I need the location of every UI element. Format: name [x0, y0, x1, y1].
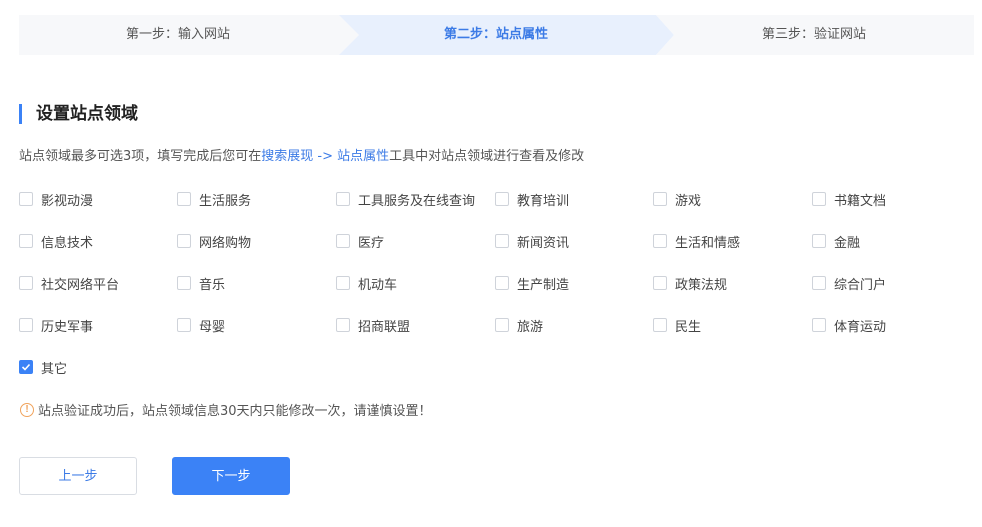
domain-description: 站点领域最多可选3项，填写完成后您可在搜索展现 -> 站点属性工具中对站点领域进…	[19, 148, 584, 166]
category-label: 金融	[834, 235, 861, 251]
category-label: 体育运动	[834, 319, 887, 335]
checkbox-icon[interactable]	[19, 276, 33, 290]
category-label: 网络购物	[199, 235, 252, 251]
category-label: 生产制造	[517, 277, 570, 293]
warning-icon: !	[20, 402, 34, 417]
checkbox-icon[interactable]	[495, 276, 509, 290]
checkbox-icon[interactable]	[495, 318, 509, 332]
category-checkbox[interactable]: 金融	[812, 231, 860, 251]
category-checkbox[interactable]: 体育运动	[812, 315, 886, 335]
category-label: 信息技术	[41, 235, 94, 251]
category-checkbox[interactable]: 影视动漫	[19, 189, 93, 209]
checkbox-icon[interactable]	[336, 276, 350, 290]
category-checkbox[interactable]: 医疗	[336, 231, 384, 251]
checkbox-icon[interactable]	[177, 276, 191, 290]
previous-step-button[interactable]: 上一步	[19, 457, 137, 495]
category-checkbox[interactable]: 音乐	[177, 273, 225, 293]
category-label: 医疗	[358, 235, 385, 251]
checkbox-icon[interactable]	[177, 234, 191, 248]
category-checkbox[interactable]: 招商联盟	[336, 315, 410, 335]
category-checkbox[interactable]: 生活和情感	[653, 231, 740, 251]
checkbox-icon[interactable]	[495, 234, 509, 248]
category-checkbox[interactable]: 历史军事	[19, 315, 93, 335]
category-checkbox[interactable]: 书籍文档	[812, 189, 886, 209]
category-label: 政策法规	[675, 277, 728, 293]
section-title: 设置站点领域	[19, 104, 138, 124]
category-checkbox[interactable]: 机动车	[336, 273, 397, 293]
warning-text: 站点验证成功后，站点领域信息30天内只能修改一次，请谨慎设置！	[38, 404, 432, 419]
checkbox-icon[interactable]	[653, 192, 667, 206]
category-checkbox[interactable]: 游戏	[653, 189, 701, 209]
step-progress: 第一步：输入网站 第二步：站点属性 第三步：验证网站	[19, 15, 974, 55]
next-step-button[interactable]: 下一步	[172, 457, 290, 495]
category-label: 游戏	[675, 193, 702, 209]
category-label: 其它	[41, 361, 68, 377]
checkbox-checked-icon[interactable]	[19, 360, 33, 374]
step-3-label: 第三步：验证网站	[761, 27, 866, 42]
category-checkbox[interactable]: 生产制造	[495, 273, 569, 293]
category-label: 生活和情感	[675, 235, 741, 251]
category-label: 旅游	[517, 319, 544, 335]
category-label: 工具服务及在线查询	[358, 193, 476, 209]
category-checkbox[interactable]: 生活服务	[177, 189, 251, 209]
category-label: 综合门户	[834, 277, 887, 293]
checkbox-icon[interactable]	[177, 192, 191, 206]
category-label: 机动车	[358, 277, 398, 293]
checkbox-icon[interactable]	[19, 192, 33, 206]
checkbox-icon[interactable]	[336, 318, 350, 332]
category-checkbox[interactable]: 民生	[653, 315, 701, 335]
category-label: 影视动漫	[41, 193, 94, 209]
category-label: 历史军事	[41, 319, 94, 335]
checkbox-icon[interactable]	[653, 276, 667, 290]
step-1-label: 第一步：输入网站	[125, 27, 230, 42]
checkbox-icon[interactable]	[495, 192, 509, 206]
category-label: 母婴	[199, 319, 226, 335]
category-checkbox[interactable]: 新闻资讯	[495, 231, 569, 251]
step-2-label: 第二步：站点属性	[443, 27, 548, 42]
checkbox-icon[interactable]	[653, 234, 667, 248]
category-checkbox[interactable]: 政策法规	[653, 273, 727, 293]
checkbox-icon[interactable]	[336, 192, 350, 206]
checkbox-icon[interactable]	[177, 318, 191, 332]
description-prefix: 站点领域最多可选3项，填写完成后您可在	[19, 149, 262, 164]
category-checkbox[interactable]: 网络购物	[177, 231, 251, 251]
category-checkbox[interactable]: 教育培训	[495, 189, 569, 209]
checkbox-icon[interactable]	[19, 318, 33, 332]
checkbox-icon[interactable]	[812, 318, 826, 332]
category-checkbox[interactable]: 其它	[19, 357, 67, 377]
category-label: 音乐	[199, 277, 226, 293]
site-attribute-link[interactable]: 搜索展现 -> 站点属性	[261, 149, 389, 164]
category-label: 生活服务	[199, 193, 252, 209]
category-label: 书籍文档	[834, 193, 887, 209]
checkbox-icon[interactable]	[812, 276, 826, 290]
description-suffix: 工具中对站点领域进行查看及修改	[389, 149, 585, 164]
category-checkbox[interactable]: 旅游	[495, 315, 543, 335]
category-label: 招商联盟	[358, 319, 411, 335]
warning-notice: ! 站点验证成功后，站点领域信息30天内只能修改一次，请谨慎设置！	[20, 400, 432, 419]
category-label: 教育培训	[517, 193, 570, 209]
checkbox-icon[interactable]	[653, 318, 667, 332]
category-label: 新闻资讯	[517, 235, 570, 251]
checkbox-icon[interactable]	[336, 234, 350, 248]
category-label: 民生	[675, 319, 702, 335]
category-checkbox[interactable]: 信息技术	[19, 231, 93, 251]
category-checkbox[interactable]: 综合门户	[812, 273, 886, 293]
category-checkbox[interactable]: 工具服务及在线查询	[336, 189, 475, 209]
checkbox-icon[interactable]	[19, 234, 33, 248]
category-checkbox[interactable]: 母婴	[177, 315, 225, 335]
checkbox-icon[interactable]	[812, 234, 826, 248]
category-label: 社交网络平台	[41, 277, 120, 293]
category-checkbox[interactable]: 社交网络平台	[19, 273, 119, 293]
checkbox-icon[interactable]	[812, 192, 826, 206]
